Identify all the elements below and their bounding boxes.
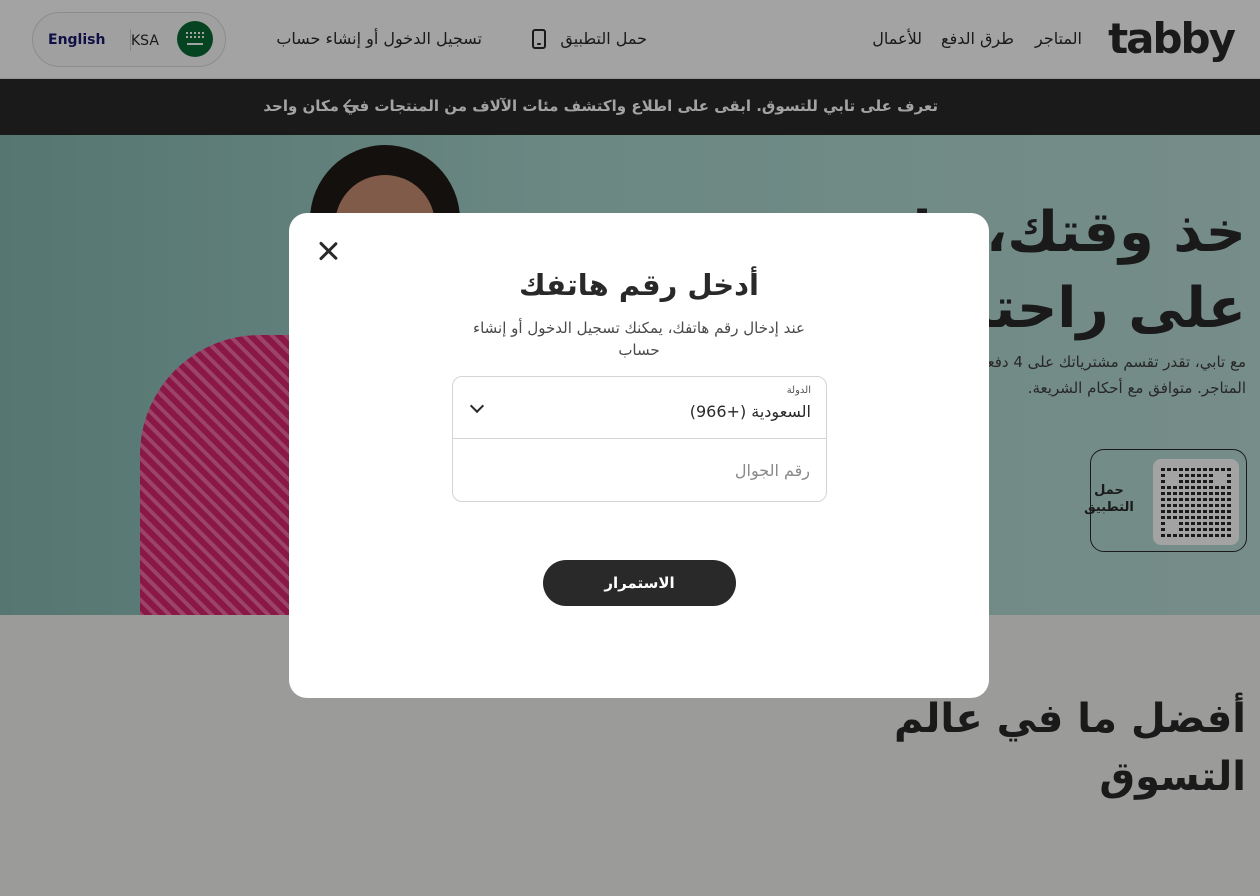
modal-title: أدخل رقم هاتفك	[519, 268, 759, 302]
country-label: الدولة	[786, 385, 811, 396]
modal-description: عند إدخال رقم هاتفك، يمكنك تسجيل الدخول …	[473, 319, 805, 359]
phone-number-input[interactable]	[453, 440, 826, 501]
phone-login-modal: أدخل رقم هاتفك عند إدخال رقم هاتفك، يمكن…	[289, 213, 989, 698]
phone-form: الدولة السعودية (+966)	[452, 376, 827, 502]
close-icon[interactable]	[314, 237, 342, 265]
country-select[interactable]: الدولة السعودية (+966)	[453, 377, 826, 439]
continue-button[interactable]: الاستمرار	[543, 560, 736, 606]
country-value: السعودية (+966)	[689, 402, 811, 421]
chevron-down-icon	[469, 398, 485, 414]
